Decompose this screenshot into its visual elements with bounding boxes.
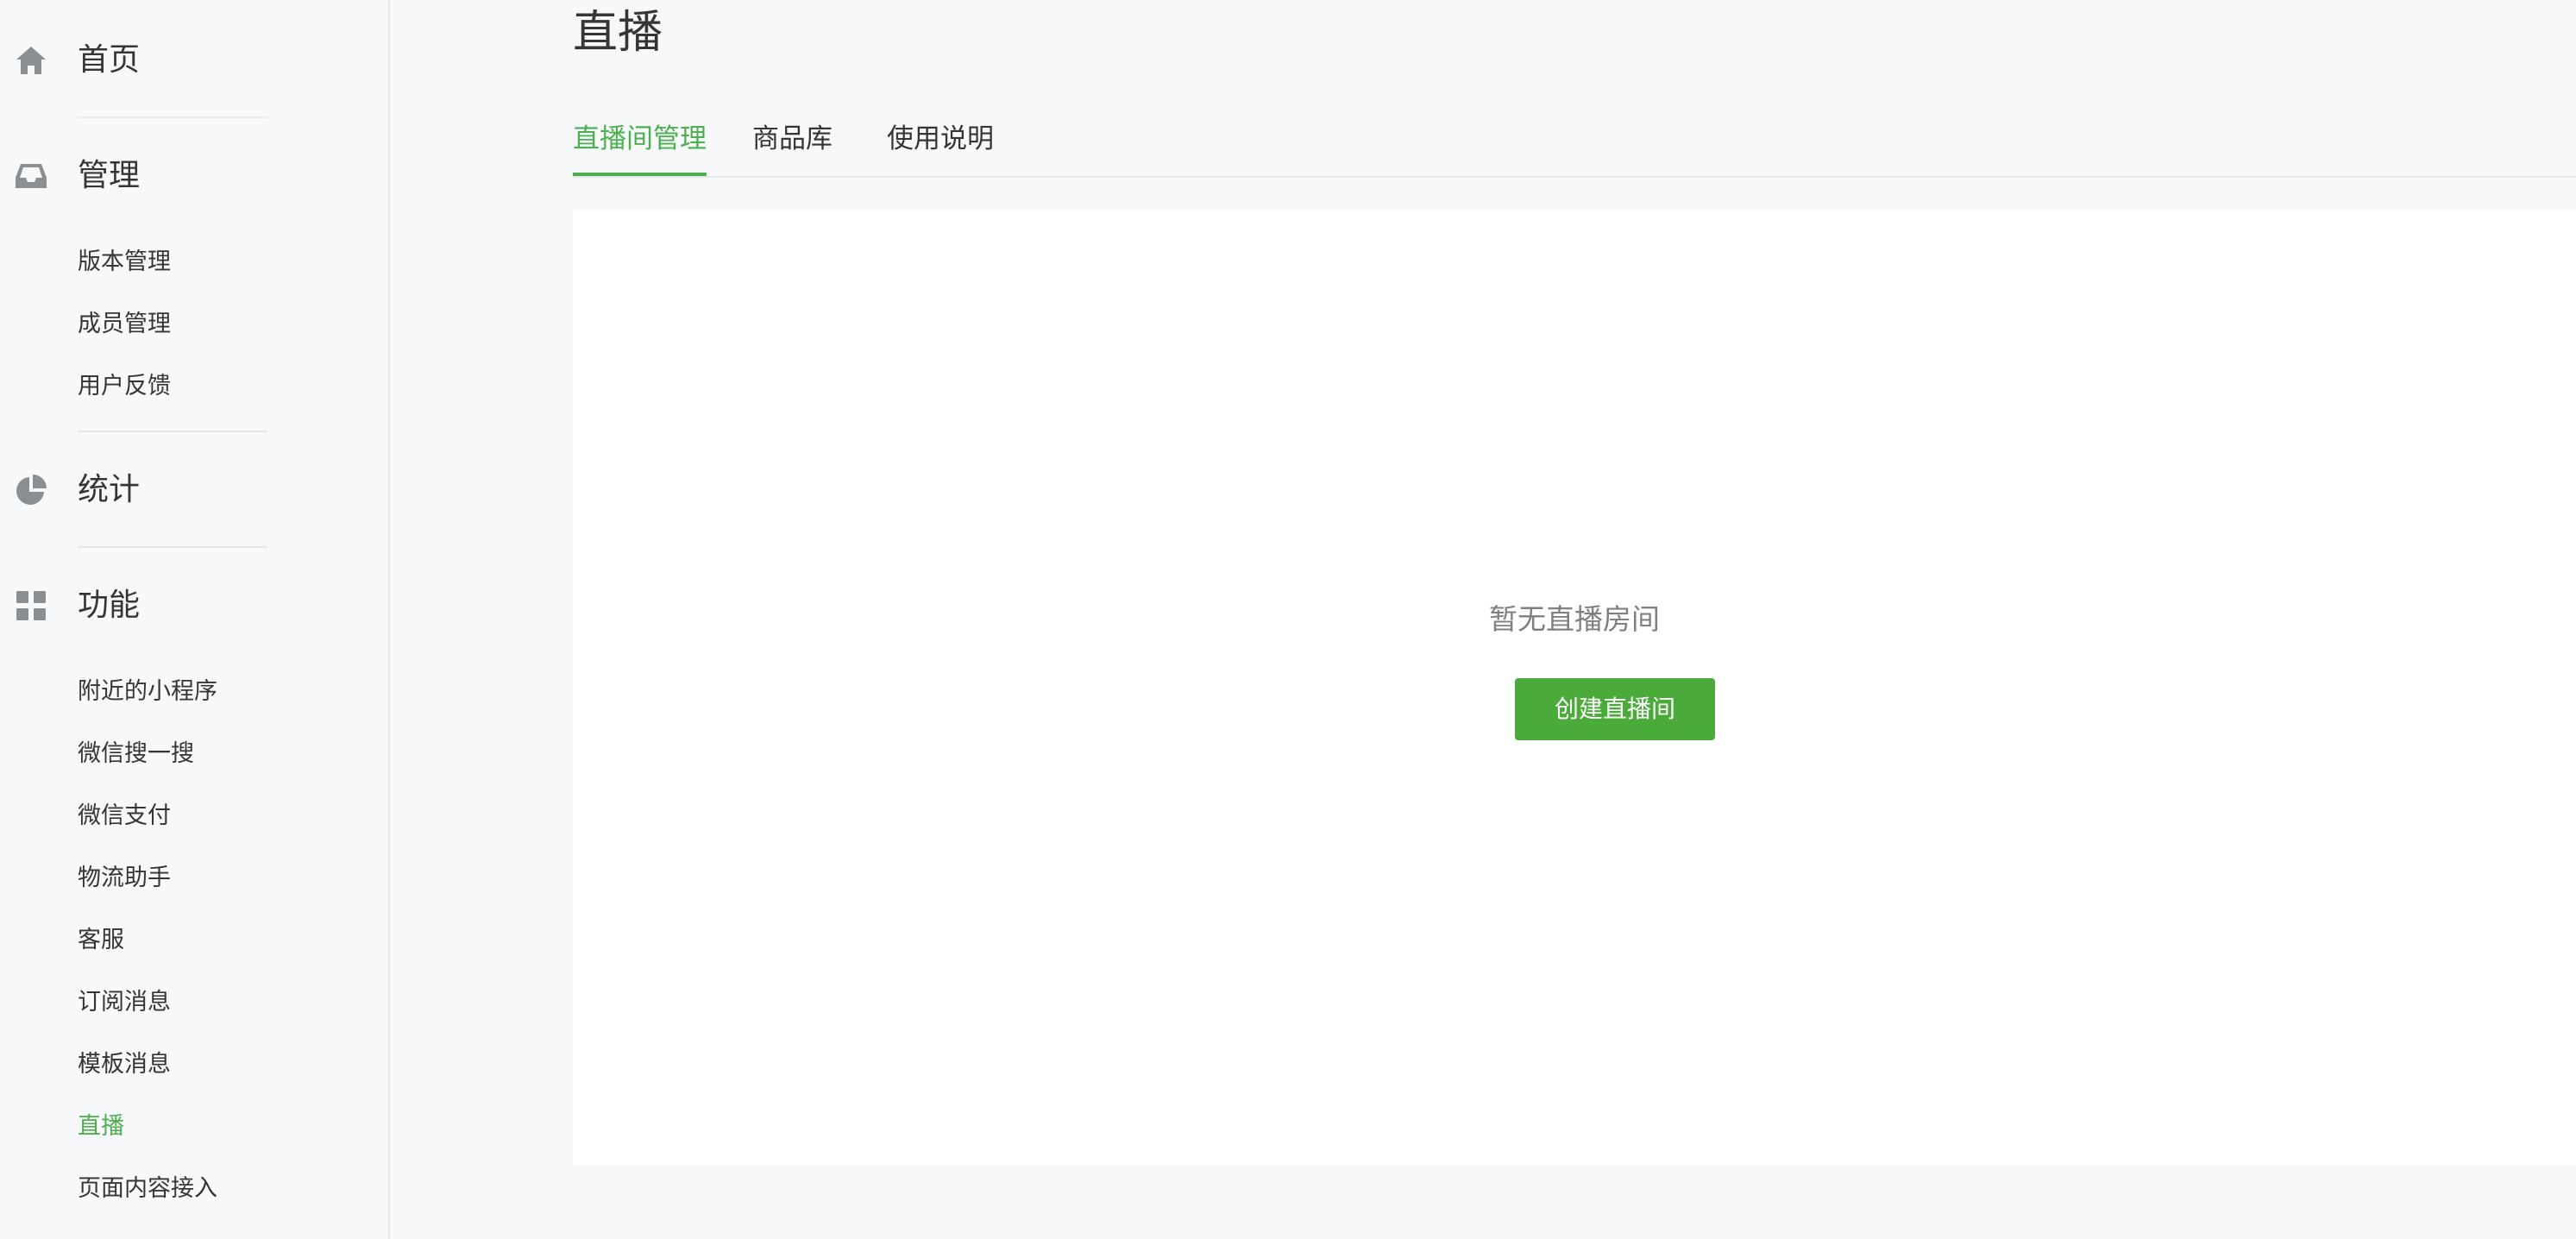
sidebar-item-features[interactable]: 功能 (0, 575, 388, 637)
sidebar-item-label: 统计 (78, 472, 141, 507)
home-icon (14, 43, 48, 78)
tab-live-room-management[interactable]: 直播间管理 (573, 112, 707, 176)
sidebar-item-label: 首页 (78, 42, 141, 78)
sidebar-item-wechat-pay[interactable]: 微信支付 (78, 799, 171, 833)
sidebar-item-customer-service[interactable]: 客服 (78, 923, 124, 958)
sidebar-divider (78, 546, 267, 548)
inbox-icon (14, 159, 48, 193)
sidebar-divider (78, 431, 267, 432)
sidebar-item-home[interactable]: 首页 (0, 29, 388, 91)
sidebar-item-page-content-access[interactable]: 页面内容接入 (78, 1172, 217, 1206)
sidebar-item-stats[interactable]: 统计 (0, 459, 388, 521)
tab-bar: 直播间管理 商品库 使用说明 (573, 112, 2576, 178)
create-live-room-button[interactable]: 创建直播间 (1515, 678, 1715, 740)
tab-product-library[interactable]: 商品库 (752, 112, 832, 174)
sidebar-item-template-message[interactable]: 模板消息 (78, 1047, 171, 1082)
page-title: 直播 (573, 7, 663, 59)
sidebar-item-nearby-miniprogram[interactable]: 附近的小程序 (78, 675, 217, 709)
sidebar-item-version-management[interactable]: 版本管理 (78, 245, 171, 280)
pie-chart-icon (14, 473, 48, 507)
sidebar-item-live[interactable]: 直播 (78, 1110, 124, 1144)
live-room-panel: 暂无直播房间 创建直播间 (573, 211, 2576, 1165)
sidebar-item-logistics[interactable]: 物流助手 (78, 861, 171, 896)
sidebar-item-subscribe-message[interactable]: 订阅消息 (78, 985, 171, 1020)
page: 首页 管理 版本管理 成员管理 用户反馈 统计 功能 附近的小程序 微信搜一搜 … (0, 0, 2576, 1239)
sidebar: 首页 管理 版本管理 成员管理 用户反馈 统计 功能 附近的小程序 微信搜一搜 … (0, 0, 390, 1239)
sidebar-divider (78, 116, 267, 118)
sidebar-item-label: 管理 (78, 158, 141, 193)
sidebar-item-member-management[interactable]: 成员管理 (78, 307, 171, 342)
sidebar-item-user-feedback[interactable]: 用户反馈 (78, 369, 171, 404)
sidebar-item-wechat-search[interactable]: 微信搜一搜 (78, 737, 194, 771)
empty-state-text: 暂无直播房间 (1489, 602, 1660, 636)
tab-instructions[interactable]: 使用说明 (887, 112, 994, 174)
sidebar-item-manage[interactable]: 管理 (0, 145, 388, 207)
sidebar-item-label: 功能 (78, 588, 141, 623)
main-content: 直播 直播间管理 商品库 使用说明 暂无直播房间 创建直播间 (390, 0, 2576, 1239)
grid-icon (14, 588, 48, 623)
